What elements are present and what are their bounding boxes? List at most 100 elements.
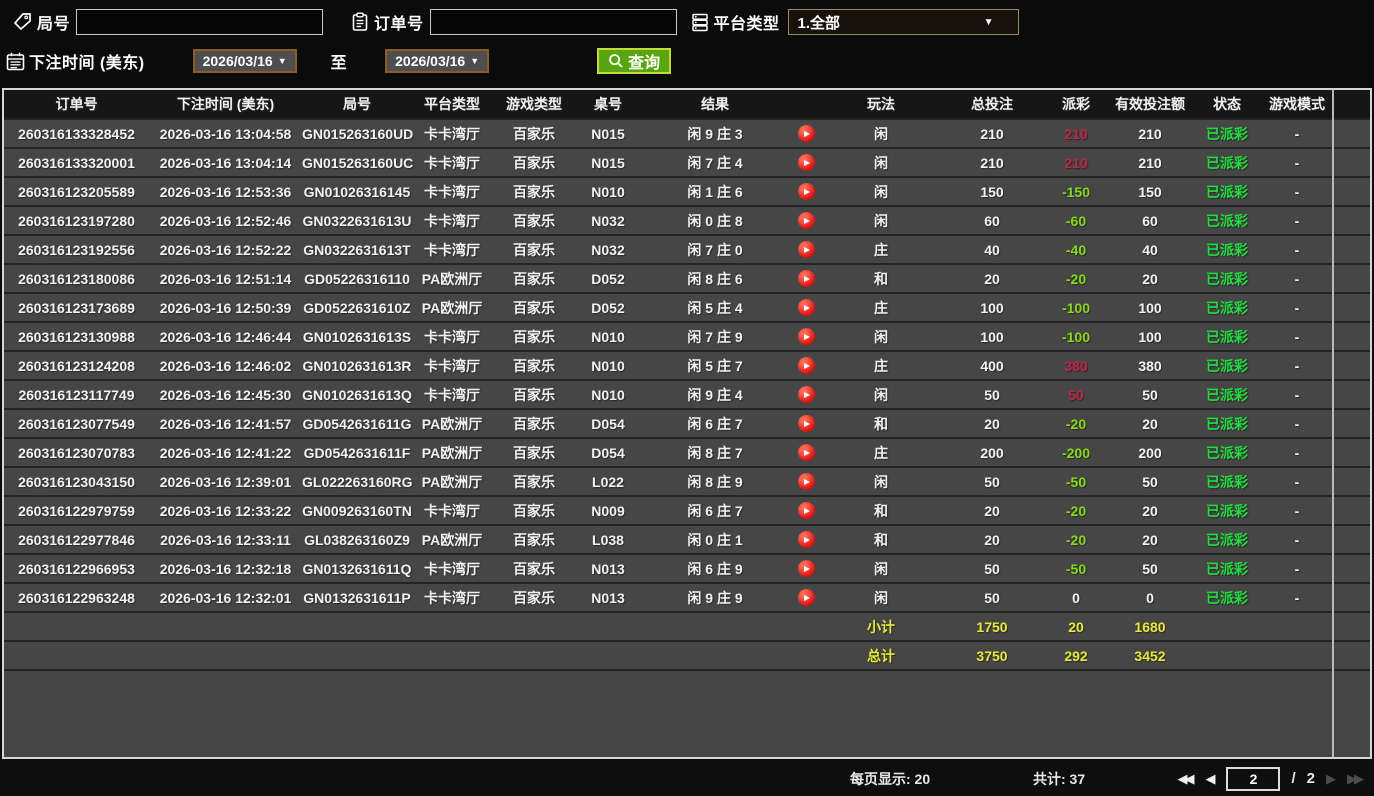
cell-payout: -50 [1065, 560, 1087, 577]
replay-play-button[interactable] [797, 473, 815, 490]
cell-play-type: 和 [874, 415, 888, 432]
cell-valid-bet: 40 [1142, 241, 1158, 258]
cell-platform: 卡卡湾厅 [424, 125, 480, 142]
replay-play-button[interactable] [797, 328, 815, 345]
next-page-button[interactable]: ▶ [1326, 771, 1336, 787]
play-icon [804, 507, 810, 514]
prev-page-button[interactable]: ◀ [1205, 771, 1215, 787]
cell-total-bet: 50 [984, 560, 1000, 577]
cell-play-type: 闲 [874, 589, 888, 606]
replay-play-button[interactable] [797, 357, 815, 374]
replay-play-button[interactable] [797, 241, 815, 258]
cell-result: 闲 8 庄 9 [687, 473, 743, 490]
cell-payout: -200 [1061, 444, 1091, 461]
subtotal-row: 小计 1750 20 1680 [4, 613, 1370, 642]
cell-status: 已派彩 [1206, 241, 1248, 258]
replay-play-button[interactable] [797, 154, 815, 171]
platform-type-select[interactable]: 1.全部 ▼ [787, 9, 1019, 35]
subtotal-label: 小计 [867, 618, 895, 635]
cell-round-id: GD0542631611G [302, 415, 412, 432]
page-total: 2 [1306, 770, 1315, 787]
cell-valid-bet: 20 [1142, 502, 1158, 519]
cell-total-bet: 210 [980, 154, 1004, 171]
cell-round-id: GN0132631611Q [302, 560, 412, 577]
query-button[interactable]: 查询 [597, 48, 672, 74]
replay-play-button[interactable] [797, 183, 815, 200]
date-to-picker[interactable]: 2026/03/16 ▼ [385, 49, 490, 73]
replay-play-button[interactable] [797, 502, 815, 519]
cell-game-mode: - [1294, 212, 1300, 229]
cell-play-type: 和 [874, 502, 888, 519]
cell-game-type: 百家乐 [513, 589, 555, 606]
replay-play-button[interactable] [797, 589, 815, 606]
cell-bet-time: 2026-03-16 12:41:57 [159, 415, 292, 432]
cell-valid-bet: 50 [1142, 386, 1158, 403]
play-icon [804, 304, 810, 311]
cell-round-id: GD0542631611F [303, 444, 411, 461]
cell-payout: -50 [1065, 473, 1087, 490]
replay-play-button[interactable] [797, 386, 815, 403]
cell-status: 已派彩 [1206, 386, 1248, 403]
replay-play-button[interactable] [797, 415, 815, 432]
cell-table-no: N010 [591, 183, 625, 200]
replay-cell [790, 589, 822, 606]
cell-round-id: GN0132631611P [303, 589, 411, 606]
play-icon [804, 449, 810, 456]
cell-table-no: N015 [591, 125, 625, 142]
cell-total-bet: 20 [984, 415, 1000, 432]
cell-round-id: GN015263160UD [302, 125, 414, 142]
replay-cell [790, 386, 822, 403]
cell-game-mode: - [1294, 270, 1300, 287]
replay-play-button[interactable] [797, 560, 815, 577]
cell-platform: PA欧洲厅 [421, 531, 483, 548]
replay-play-button[interactable] [797, 531, 815, 548]
cell-result: 闲 6 庄 9 [687, 560, 743, 577]
cell-result: 闲 0 庄 8 [687, 212, 743, 229]
cell-status: 已派彩 [1206, 125, 1248, 142]
column-header-payout: 派彩 [1062, 96, 1090, 112]
cell-result: 闲 7 庄 0 [687, 241, 743, 258]
page-number-input[interactable] [1226, 766, 1281, 791]
column-header-status: 状态 [1213, 96, 1241, 112]
cell-status: 已派彩 [1206, 299, 1248, 316]
cell-total-bet: 20 [984, 270, 1000, 287]
cell-order-id: 260316123124208 [18, 357, 135, 374]
replay-cell [790, 270, 822, 287]
replay-play-button[interactable] [797, 212, 815, 229]
cell-valid-bet: 60 [1142, 212, 1158, 229]
date-from-picker[interactable]: 2026/03/16 ▼ [192, 49, 297, 73]
cell-valid-bet: 0 [1146, 589, 1154, 606]
play-icon [804, 536, 810, 543]
cell-status: 已派彩 [1206, 415, 1248, 432]
first-page-button[interactable]: ◀◀ [1177, 771, 1194, 787]
replay-play-button[interactable] [797, 444, 815, 461]
cell-payout: -40 [1065, 241, 1087, 258]
round-id-input[interactable] [76, 9, 324, 35]
cell-game-type: 百家乐 [513, 560, 555, 577]
replay-cell [790, 154, 822, 171]
replay-play-button[interactable] [797, 125, 815, 142]
cell-payout: -60 [1065, 212, 1087, 229]
platform-type-value: 1.全部 [797, 14, 841, 32]
cell-round-id: GN0102631613Q [302, 386, 412, 403]
order-id-input[interactable] [429, 9, 677, 35]
replay-cell [790, 415, 822, 432]
play-icon [804, 333, 810, 340]
cell-status: 已派彩 [1206, 154, 1248, 171]
cell-order-id: 260316122966953 [18, 560, 135, 577]
cell-result: 闲 9 庄 4 [687, 386, 743, 403]
cell-game-type: 百家乐 [513, 502, 555, 519]
cell-round-id: GL038263160Z9 [304, 531, 410, 548]
cell-result: 闲 5 庄 7 [687, 357, 743, 374]
cell-total-bet: 150 [980, 183, 1004, 200]
cell-play-type: 和 [874, 270, 888, 287]
cell-status: 已派彩 [1206, 328, 1248, 345]
replay-play-button[interactable] [797, 270, 815, 287]
last-page-button[interactable]: ▶▶ [1347, 771, 1364, 787]
cell-valid-bet: 50 [1142, 560, 1158, 577]
replay-play-button[interactable] [797, 299, 815, 316]
cell-platform: 卡卡湾厅 [424, 328, 480, 345]
cell-platform: 卡卡湾厅 [424, 183, 480, 200]
cell-game-type: 百家乐 [513, 473, 555, 490]
cell-payout: 50 [1068, 386, 1084, 403]
